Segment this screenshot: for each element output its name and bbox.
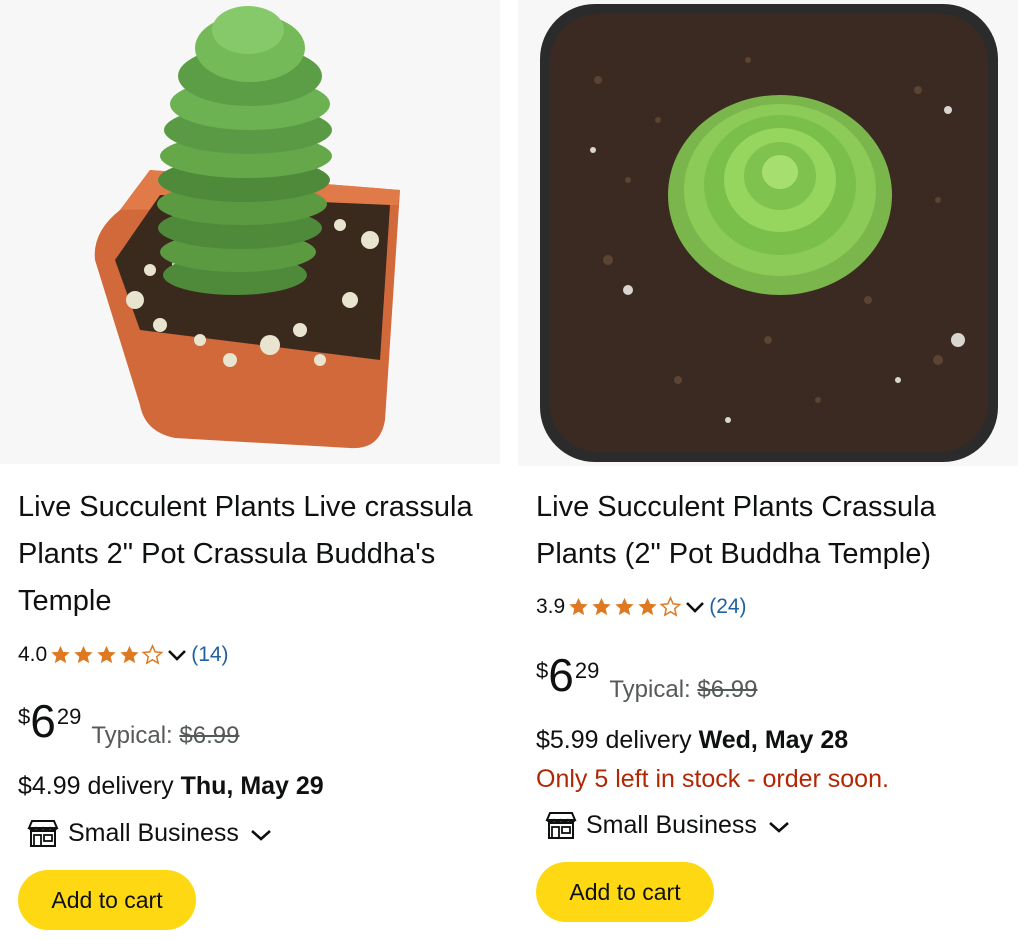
product-card: Live Succulent Plants Live crassula Plan…	[0, 0, 500, 940]
price-currency: $	[536, 658, 549, 683]
typical-price-value: $6.99	[179, 722, 240, 749]
price-whole: 6	[30, 695, 56, 747]
results-grid: Live Succulent Plants Live crassula Plan…	[0, 0, 1024, 940]
storefront-icon	[545, 812, 577, 839]
product-title[interactable]: Live Succulent Plants Live crassula Plan…	[18, 484, 488, 625]
add-to-cart-button[interactable]: Add to cart	[18, 870, 196, 930]
delivery-info: $4.99 delivery Thu, May 29	[18, 772, 324, 801]
star-rating-icon	[49, 644, 164, 666]
small-business-label: Small Business	[586, 810, 757, 839]
star-full-icon	[120, 645, 139, 664]
price-currency: $	[18, 704, 31, 729]
product-image[interactable]	[518, 0, 1018, 466]
product-title[interactable]: Live Succulent Plants Crassula Plants (2…	[536, 484, 1006, 578]
star-full-icon	[51, 645, 70, 664]
chevron-down-icon[interactable]	[767, 819, 791, 835]
review-count-link[interactable]: (14)	[191, 643, 228, 667]
chevron-down-icon[interactable]	[249, 827, 273, 843]
rating-row[interactable]: 4.0 (14)	[18, 640, 229, 670]
rating-value: 3.9	[536, 595, 566, 618]
storefront-icon	[27, 820, 59, 847]
typical-label: Typical:	[91, 722, 173, 749]
star-full-icon	[569, 597, 588, 616]
price: $ 6 29 Typical: $6.99	[18, 698, 239, 750]
rating-row[interactable]: 3.9 (24)	[536, 592, 747, 622]
add-to-cart-button[interactable]: Add to cart	[536, 862, 714, 922]
price-whole: 6	[548, 649, 574, 701]
star-full-icon	[615, 597, 634, 616]
delivery-date: Thu, May 29	[180, 772, 324, 800]
price-fraction: 29	[574, 658, 600, 683]
product-image[interactable]	[0, 0, 500, 466]
review-count-link[interactable]: (24)	[709, 595, 746, 619]
star-empty-icon	[141, 644, 164, 665]
product-card: Live Succulent Plants Crassula Plants (2…	[518, 0, 1018, 940]
small-business-label: Small Business	[68, 818, 239, 847]
succulent-plant-icon	[518, 0, 1018, 466]
small-business-badge[interactable]: Small Business	[544, 810, 791, 840]
star-full-icon	[74, 645, 93, 664]
typical-label: Typical:	[609, 676, 691, 703]
star-full-icon	[638, 597, 657, 616]
delivery-date: Wed, May 28	[698, 726, 849, 754]
chevron-down-icon[interactable]	[166, 647, 188, 663]
price: $ 6 29 Typical: $6.99	[536, 652, 757, 704]
star-full-icon	[97, 645, 116, 664]
typical-price-value: $6.99	[697, 676, 758, 703]
star-empty-icon	[659, 596, 682, 617]
rating-value: 4.0	[18, 643, 48, 666]
chevron-down-icon[interactable]	[684, 599, 706, 615]
delivery-prefix: $5.99 delivery	[536, 726, 692, 754]
typical-price: Typical: $6.99	[91, 722, 239, 750]
stock-warning: Only 5 left in stock - order soon.	[536, 765, 889, 793]
typical-price: Typical: $6.99	[609, 676, 757, 704]
delivery-prefix: $4.99 delivery	[18, 772, 174, 800]
small-business-badge[interactable]: Small Business	[26, 818, 273, 848]
succulent-plant-icon	[0, 0, 500, 466]
delivery-info: $5.99 delivery Wed, May 28	[536, 726, 848, 755]
star-full-icon	[592, 597, 611, 616]
price-fraction: 29	[56, 704, 82, 729]
star-rating-icon	[567, 596, 682, 618]
